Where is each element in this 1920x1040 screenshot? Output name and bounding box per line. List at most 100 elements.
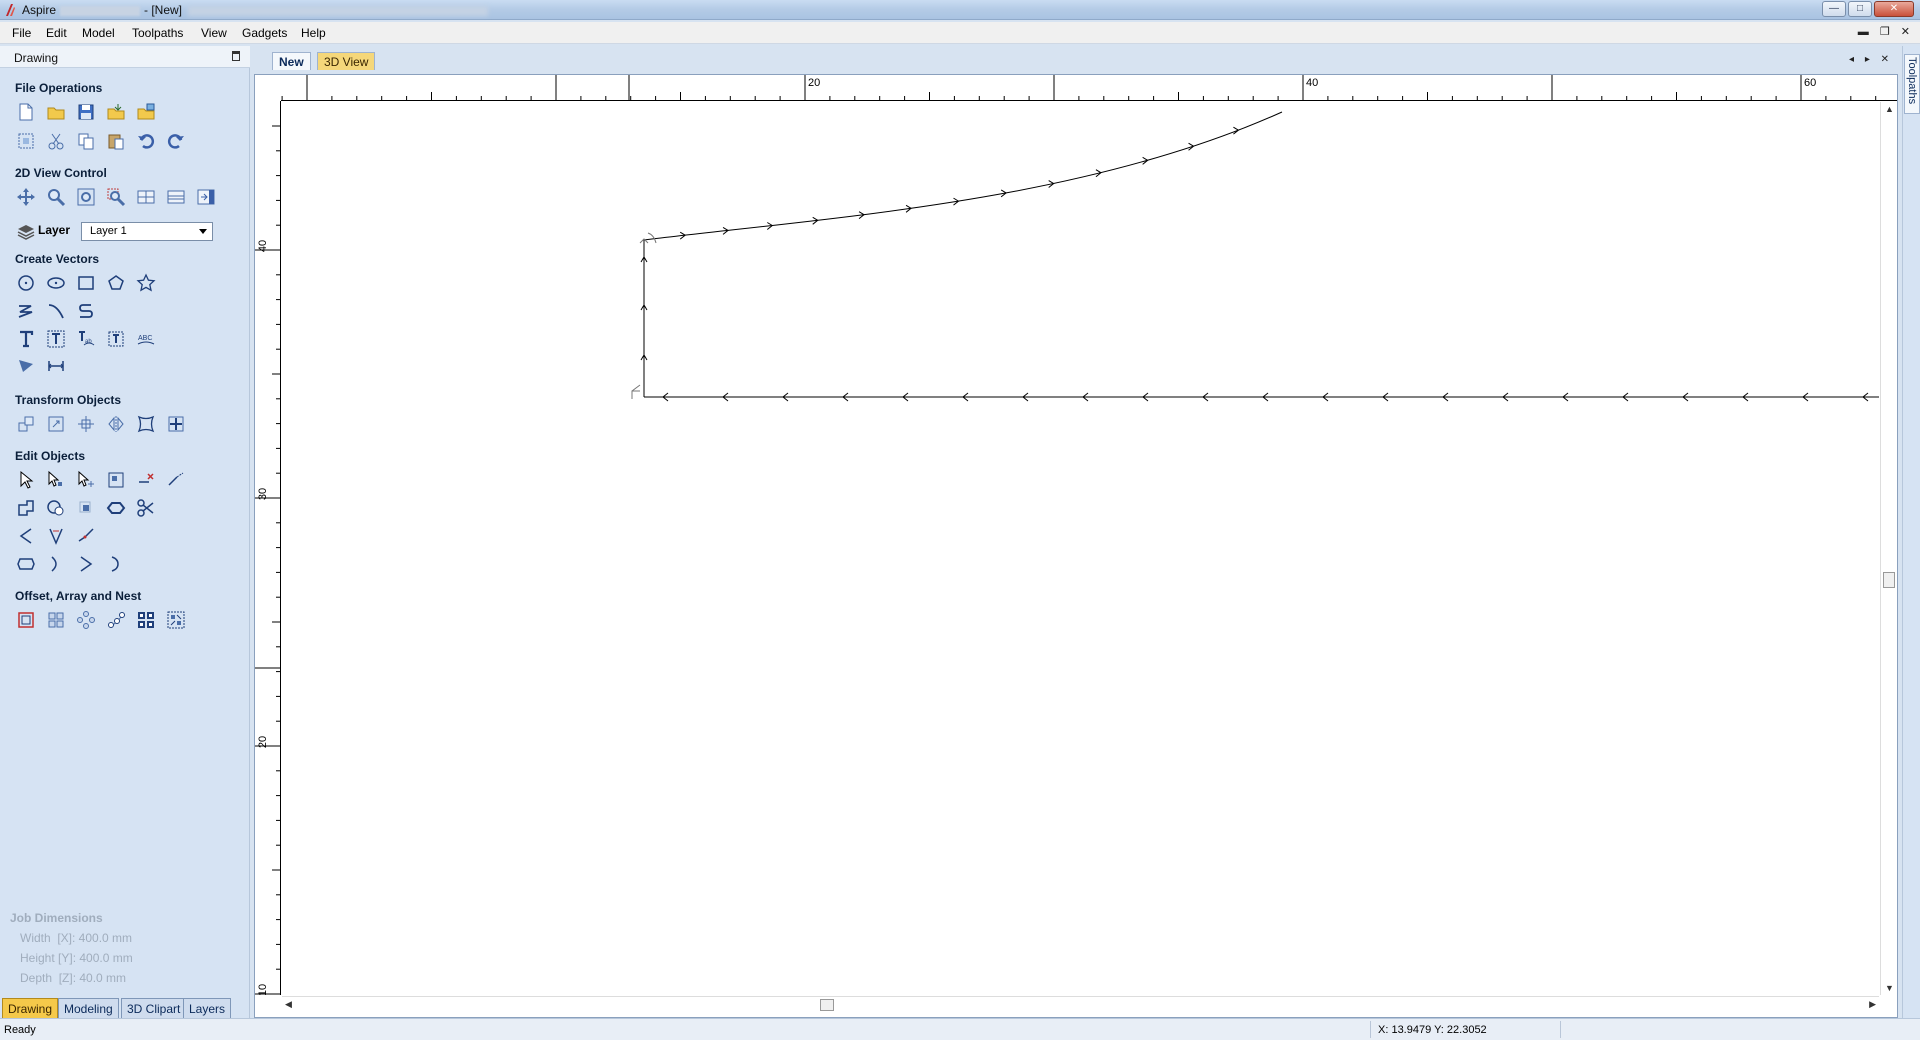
view-split-icon[interactable] [135,186,157,208]
scroll-down-icon[interactable]: ▼ [1885,983,1894,993]
svg-text:ABC: ABC [138,335,152,342]
vector-drawing [631,111,1879,402]
text-warp-icon[interactable]: ABC [135,328,157,350]
subtract-icon[interactable] [45,497,67,519]
save-file-icon[interactable] [75,101,97,123]
tab-toolpaths[interactable]: Toolpaths [1904,54,1920,114]
align-icon[interactable] [75,413,97,435]
import-vectors-icon[interactable] [105,101,127,123]
tab-modeling[interactable]: Modeling [58,998,119,1018]
menu-gadgets[interactable]: Gadgets [242,26,287,40]
smooth-icon[interactable] [75,525,97,547]
pin-icon[interactable] [232,51,240,61]
scroll-left-icon[interactable]: ◀ [285,999,292,1010]
draw-text-icon[interactable] [15,328,37,350]
horizontal-scroll-thumb[interactable] [820,999,834,1011]
dimension-icon[interactable] [15,354,37,376]
menu-edit[interactable]: Edit [46,26,67,40]
weld-icon[interactable] [15,497,37,519]
document-nav-controls[interactable]: ◂ ▸ ✕ [1849,54,1893,65]
transform-selection-icon[interactable] [105,469,127,491]
select-pointer-icon[interactable] [15,469,37,491]
auto-layout-text-icon[interactable] [45,328,67,350]
array-copy-icon[interactable] [45,609,67,631]
offset-icon[interactable] [15,609,37,631]
node-edit-icon[interactable] [45,469,67,491]
status-text: Ready [4,1024,36,1036]
measure-icon[interactable] [45,354,67,376]
zoom-extents-icon[interactable] [75,186,97,208]
scale-icon[interactable] [45,413,67,435]
set-position-icon[interactable] [165,413,187,435]
text-on-curve-icon[interactable]: ab [75,328,97,350]
copy-along-vector-icon[interactable] [105,609,127,631]
auto-nest-icon[interactable] [165,609,187,631]
vertical-scroll-thumb[interactable] [1883,572,1895,588]
mirror-icon[interactable] [105,413,127,435]
draw-rectangle-icon[interactable] [75,272,97,294]
move-icon[interactable] [15,413,37,435]
zoom-selection-icon[interactable] [105,186,127,208]
tab-drawing[interactable]: Drawing [2,998,59,1018]
distort-icon[interactable] [135,413,157,435]
line-fit-icon[interactable] [75,553,97,575]
draw-ellipse-icon[interactable] [45,272,67,294]
nesting-icon[interactable] [135,609,157,631]
menu-help[interactable]: Help [301,26,326,40]
job-setup-icon[interactable] [15,130,37,152]
close-vectors-icon[interactable] [15,553,37,575]
layer-dropdown[interactable]: Layer 1 [81,222,213,241]
import-bitmap-icon[interactable] [135,101,157,123]
tab-3d-clipart[interactable]: 3D Clipart [121,998,187,1018]
layers-icon[interactable] [15,221,37,243]
menu-toolpaths[interactable]: Toolpaths [132,26,183,40]
minimize-button[interactable]: — [1822,1,1846,17]
draw-arc-icon[interactable] [45,300,67,322]
intersect-icon[interactable] [75,497,97,519]
fillet-icon[interactable] [15,525,37,547]
view-panel-icon[interactable] [195,186,217,208]
draw-circle-icon[interactable] [15,272,37,294]
extend-icon[interactable] [165,469,187,491]
draw-polyline-icon[interactable] [15,300,37,322]
arc-fit-icon[interactable] [105,553,127,575]
tab-3d-view[interactable]: 3D View [317,52,376,70]
curve-fit-icon[interactable] [45,553,67,575]
vertical-scrollbar[interactable]: ▲ ▼ [1880,102,1897,995]
mdi-window-controls[interactable]: ▬ ❐ ✕ [1858,25,1914,38]
draw-polygon-icon[interactable] [105,272,127,294]
view-layout-icon[interactable] [165,186,187,208]
circular-array-icon[interactable] [75,609,97,631]
copy-icon[interactable] [75,130,97,152]
menu-model[interactable]: Model [82,26,115,40]
draw-curve-icon[interactable] [75,300,97,322]
menu-view[interactable]: View [201,26,227,40]
tab-new[interactable]: New [272,52,311,70]
menu-file[interactable]: File [12,26,31,40]
interactive-select-icon[interactable] [75,469,97,491]
paste-icon[interactable] [105,130,127,152]
horizontal-scrollbar[interactable]: ◀ ▶ [282,996,1879,1013]
maximize-button[interactable]: □ [1848,1,1872,17]
new-file-icon[interactable] [15,101,37,123]
join-vectors-icon[interactable] [105,497,127,519]
redo-icon[interactable] [165,130,187,152]
vector-scissors-icon[interactable] [135,497,157,519]
open-file-icon[interactable] [45,101,67,123]
draw-star-icon[interactable] [135,272,157,294]
undo-icon[interactable] [135,130,157,152]
pan-icon[interactable] [15,186,37,208]
scroll-up-icon[interactable]: ▲ [1885,104,1894,114]
trim-icon[interactable] [135,469,157,491]
drawing-canvas[interactable] [282,102,1879,995]
close-button[interactable]: ✕ [1874,1,1914,17]
tab-layers[interactable]: Layers [183,998,232,1018]
zoom-icon[interactable] [45,186,67,208]
cut-icon[interactable] [45,130,67,152]
start-marker [639,232,657,244]
ruler-label: 20 [808,77,820,89]
vector-profile-curve[interactable] [643,111,1283,397]
scroll-right-icon[interactable]: ▶ [1869,999,1876,1010]
text-arc-icon[interactable] [105,328,127,350]
chamfer-icon[interactable] [45,525,67,547]
